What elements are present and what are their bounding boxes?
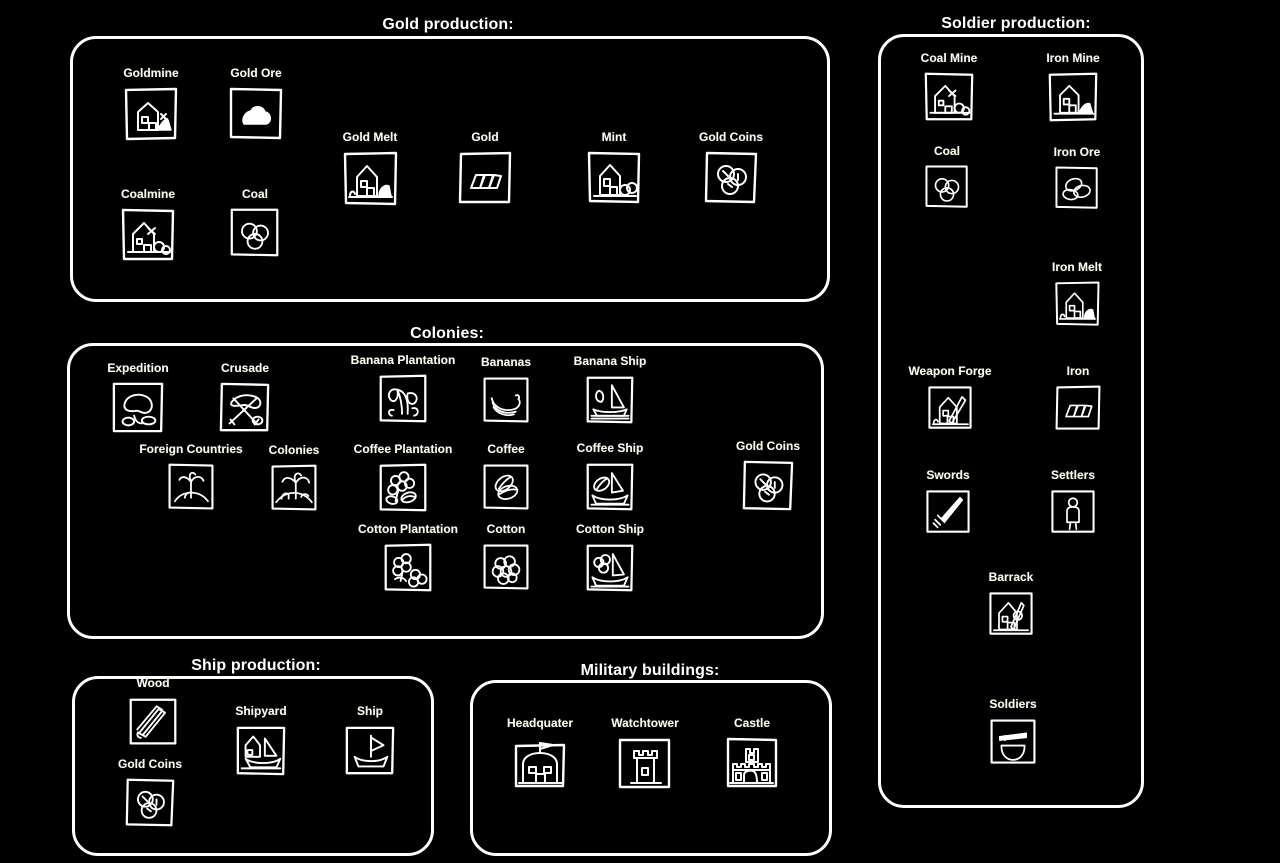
node-label: Coal [933,144,961,158]
ship-banana-icon [584,374,636,426]
headquarter-icon [512,736,568,792]
coins-icon [703,150,759,206]
mine-house-icon [1047,71,1099,123]
ore-rocks-icon [1054,165,1100,211]
node-label: Shipyard [235,704,287,718]
ship-cotton-icon [584,542,636,594]
smelter-house-icon [341,150,399,208]
node-label: Swords [926,468,970,482]
node-label: Gold Coins [736,439,800,453]
tower-icon [617,736,673,792]
ship-coffee-icon [584,461,636,513]
node-label: Banana Ship [573,354,647,368]
mint-house-icon [586,150,642,206]
castle-icon [724,736,780,792]
node-label: Foreign Countries [139,442,243,456]
coal-lumps-icon [924,164,970,210]
node-label: Cotton Plantation [358,522,458,536]
coffee-plant-icon [377,462,429,514]
shipyard-icon [234,724,288,778]
node-label: Soldiers [989,697,1037,711]
node-label: Coffee Ship [576,441,644,455]
cotton-bolls-icon [481,542,531,592]
panel-title-colonies: Colonies: [410,325,484,342]
island-palm-icon [166,462,216,512]
coins-icon [124,777,176,829]
node-label: Coffee [487,442,525,456]
settler-icon [1049,488,1097,536]
node-label: Gold Melt [342,130,398,144]
node-label: Coal [241,187,269,201]
node-label: Coffee Plantation [353,442,453,456]
coal-mine-house-icon [923,71,975,123]
node-label: Headquater [506,716,574,730]
colony-island-icon [269,463,319,513]
panel-title-military: Military buildings: [580,662,720,679]
gold-bars-icon [457,150,513,206]
smelter-house-icon [1053,280,1101,328]
panel-title-ship: Ship production: [191,657,321,674]
node-label: Mint [601,130,627,144]
coins-icon [741,459,795,513]
node-label: Watchtower [611,716,679,730]
node-label: Ship [357,704,383,718]
panel-soldier-production [878,34,1144,808]
node-label: Banana Plantation [350,353,456,367]
node-label: Coalmine [120,187,176,201]
mine-house-icon [123,86,179,142]
node-label: Expedition [107,361,169,375]
panel-title-soldier: Soldier production: [941,15,1091,32]
iron-bars-icon [1054,384,1102,432]
bananas-icon [481,375,531,425]
soldier-shield-icon [988,717,1038,767]
node-label: Gold Coins [699,130,763,144]
cotton-plant-icon [382,542,434,594]
node-label: Settlers [1050,468,1096,482]
node-label: Iron Melt [1052,260,1102,274]
node-label: Cotton [486,522,526,536]
node-label: Gold Ore [230,66,282,80]
logs-icon [127,696,179,748]
node-label: Wood [136,676,170,690]
barrack-house-icon [987,590,1035,638]
node-label: Goldmine [123,66,179,80]
sword-icon [924,488,972,536]
map-icon [111,381,165,435]
forge-house-icon [926,384,974,432]
node-label: Colonies [268,443,320,457]
coal-mine-house-icon [120,207,176,263]
coal-lumps-icon [229,207,281,259]
node-label: Gold [471,130,499,144]
node-label: Iron [1066,364,1090,378]
node-label: Weapon Forge [908,364,992,378]
sailboat-icon [343,724,397,778]
node-label: Barrack [988,570,1034,584]
node-label: Castle [733,716,771,730]
node-label: Iron Mine [1046,51,1100,65]
banana-plant-icon [377,373,429,425]
panel-title-gold: Gold production: [382,16,514,33]
node-label: Bananas [480,355,532,369]
node-label: Cotton Ship [576,522,644,536]
ore-nugget-icon [228,86,284,142]
node-label: Iron Ore [1053,145,1101,159]
node-label: Gold Coins [118,757,182,771]
node-label: Crusade [220,361,270,375]
node-label: Coal Mine [920,51,978,65]
coffee-beans-icon [481,462,531,512]
crossed-swords-icon [218,381,272,435]
